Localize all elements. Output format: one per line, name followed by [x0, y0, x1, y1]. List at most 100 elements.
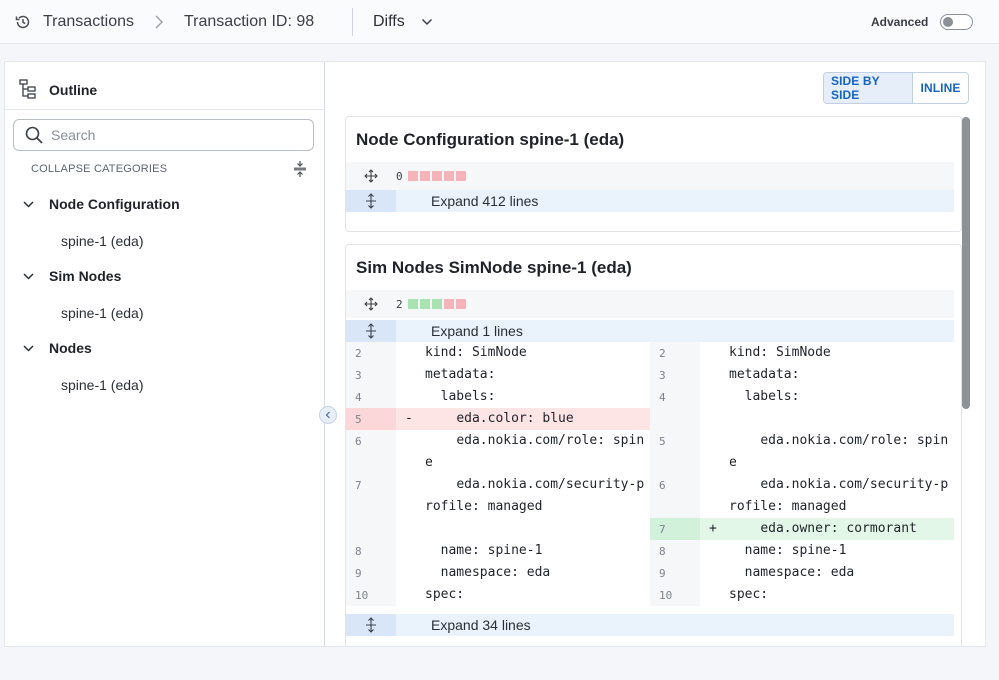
diff-marker: +	[709, 521, 717, 536]
outline-header: Outline	[5, 62, 324, 110]
line-number: 6	[650, 474, 700, 518]
diff-marker	[700, 342, 729, 364]
code-text: namespace: eda	[729, 565, 855, 580]
diff-line: 7 eda.nokia.com/security-profile: manage…	[346, 474, 954, 518]
advanced-toggle[interactable]	[940, 0, 973, 44]
category-sim-nodes[interactable]: Sim Nodes	[23, 268, 121, 284]
category-nodes[interactable]: Nodes	[23, 340, 92, 356]
code-text: kind: SimNode	[729, 345, 831, 360]
outline-item-nodes-spine-1[interactable]: spine-1 (eda)	[61, 377, 144, 393]
diff-marker	[700, 386, 729, 408]
line-number	[346, 518, 396, 540]
diff-marker	[700, 364, 729, 386]
diff-panel: SIDE BY SIDE INLINE Node Configuration s…	[325, 61, 986, 647]
left-diff-cell: 8 name: spine-1	[346, 540, 650, 562]
diff-marker	[396, 562, 425, 584]
change-bar-deleted	[431, 171, 442, 181]
search-box[interactable]	[13, 119, 314, 151]
code-text: metadata:	[729, 367, 800, 382]
line-number: 8	[346, 540, 396, 562]
diff-marker	[396, 518, 425, 540]
divider	[352, 8, 353, 36]
diff-line: 3 metadata: 3 metadata:	[346, 364, 954, 386]
line-number: 5	[650, 430, 700, 474]
top-bar: Transactions Transaction ID: 98 Diffs Ad…	[0, 0, 999, 44]
scrollbar-thumb[interactable]	[962, 117, 970, 409]
line-number: 2	[346, 342, 396, 364]
diff-line: 8 name: spine-1 8 name: spine-1	[346, 540, 954, 562]
view-mode-toggle: SIDE BY SIDE INLINE	[823, 72, 969, 104]
view-selector-dropdown[interactable]: Diffs	[373, 0, 433, 44]
change-count: 2	[396, 297, 403, 311]
line-number: 8	[650, 540, 700, 562]
diff-marker	[396, 342, 425, 364]
right-diff-cell: 8 name: spine-1	[650, 540, 954, 562]
left-diff-cell: 5- eda.color: blue	[346, 408, 650, 430]
chevron-down-icon	[23, 272, 35, 280]
category-label: Nodes	[49, 340, 92, 356]
line-number: 4	[346, 386, 396, 408]
collapse-all-icon[interactable]	[293, 160, 309, 178]
diff-marker	[396, 386, 425, 408]
outline-item-node-configuration-spine-1[interactable]: spine-1 (eda)	[61, 233, 144, 249]
change-bar-deleted	[443, 299, 454, 309]
code-text: eda.nokia.com/role: spine	[425, 433, 645, 470]
expand-lines-top-button[interactable]: Expand 1 lines	[346, 320, 954, 342]
right-diff-cell: 7 + eda.owner: cormorant	[650, 518, 954, 540]
code-text: name: spine-1	[425, 543, 543, 558]
change-bar-deleted	[455, 299, 466, 309]
code-text: eda.nokia.com/security-profile: managed	[425, 477, 645, 514]
left-diff-cell: 4 labels:	[346, 386, 650, 408]
diff-card-node-configuration: Node Configuration spine-1 (eda) 0 Expan…	[345, 116, 962, 232]
right-diff-cell: 4 labels:	[650, 386, 954, 408]
collapse-panel-button[interactable]	[319, 406, 337, 424]
right-diff-cell: 3 metadata:	[650, 364, 954, 386]
change-bar-deleted	[407, 171, 418, 181]
view-selector-label: Diffs	[373, 13, 405, 30]
code-text: kind: SimNode	[425, 345, 527, 360]
category-node-configuration[interactable]: Node Configuration	[23, 196, 180, 212]
right-diff-cell: 6 eda.nokia.com/security-profile: manage…	[650, 474, 954, 518]
code-text: eda.nokia.com/security-profile: managed	[729, 477, 949, 514]
diff-marker	[700, 584, 729, 606]
diff-line: 2 kind: SimNode 2 kind: SimNode	[346, 342, 954, 364]
line-number: 9	[650, 562, 700, 584]
category-label: Sim Nodes	[49, 268, 122, 284]
diff-card-title: Sim Nodes SimNode spine-1 (eda)	[356, 258, 632, 277]
left-diff-cell: 2 kind: SimNode	[346, 342, 650, 364]
inline-button[interactable]: INLINE	[913, 73, 968, 103]
category-label: Node Configuration	[49, 196, 180, 212]
diff-line: 5- eda.color: blue	[346, 408, 954, 430]
side-by-side-button[interactable]: SIDE BY SIDE	[824, 73, 913, 103]
diff-marker	[700, 430, 729, 474]
diff-marker	[700, 408, 729, 430]
right-diff-cell: 9 namespace: eda	[650, 562, 954, 584]
diff-card-title: Node Configuration spine-1 (eda)	[356, 130, 625, 149]
code-text: name: spine-1	[729, 543, 847, 558]
diff-marker	[700, 562, 729, 584]
left-diff-cell: 10 spec:	[346, 584, 650, 606]
breadcrumb-transactions[interactable]: Transactions	[43, 0, 134, 44]
right-diff-cell	[650, 408, 954, 430]
line-number: 3	[650, 364, 700, 386]
expand-lines-bottom-button[interactable]: Expand 34 lines	[346, 614, 954, 636]
code-text: spec:	[425, 587, 465, 602]
history-icon	[14, 0, 34, 44]
change-bar-deleted	[419, 171, 430, 181]
line-number: 3	[346, 364, 396, 386]
left-diff-cell	[346, 518, 650, 540]
diff-line: 10 spec: 10 spec:	[346, 584, 954, 606]
diff-line: 4 labels: 4 labels:	[346, 386, 954, 408]
search-input[interactable]	[51, 127, 301, 143]
outline-item-sim-nodes-spine-1[interactable]: spine-1 (eda)	[61, 305, 144, 321]
line-number: 2	[650, 342, 700, 364]
diff-marker	[396, 474, 425, 518]
expand-lines-button[interactable]: Expand 412 lines	[346, 190, 954, 212]
change-bar-added	[419, 299, 430, 309]
expand-icon	[346, 320, 396, 342]
diff-marker: -	[405, 411, 413, 426]
code-text: eda.color: blue	[425, 411, 574, 426]
chevron-right-icon	[153, 0, 167, 44]
move-icon	[346, 169, 396, 183]
